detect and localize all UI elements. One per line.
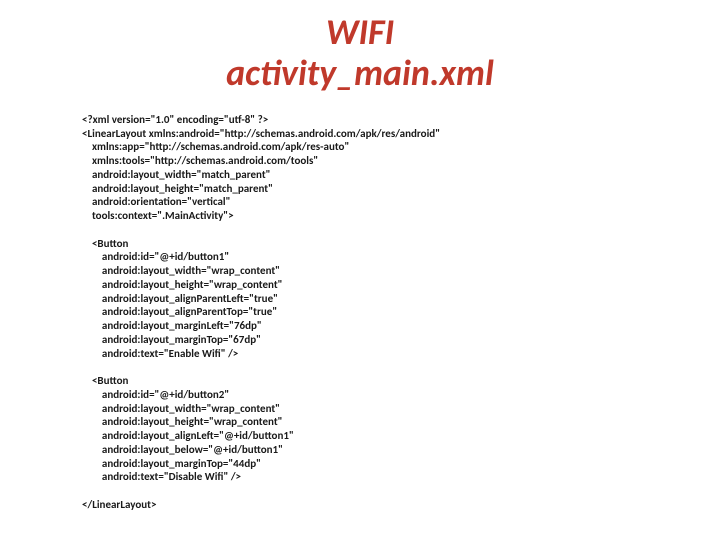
slide: WIFI activity_main.xml <?xml version="1.… [0, 0, 720, 540]
slide-title: WIFI activity_main.xml [0, 12, 720, 95]
xml-code-block: <?xml version="1.0" encoding="utf-8" ?> … [82, 113, 720, 512]
title-line-2: activity_main.xml [0, 53, 720, 94]
title-line-1: WIFI [0, 12, 720, 53]
